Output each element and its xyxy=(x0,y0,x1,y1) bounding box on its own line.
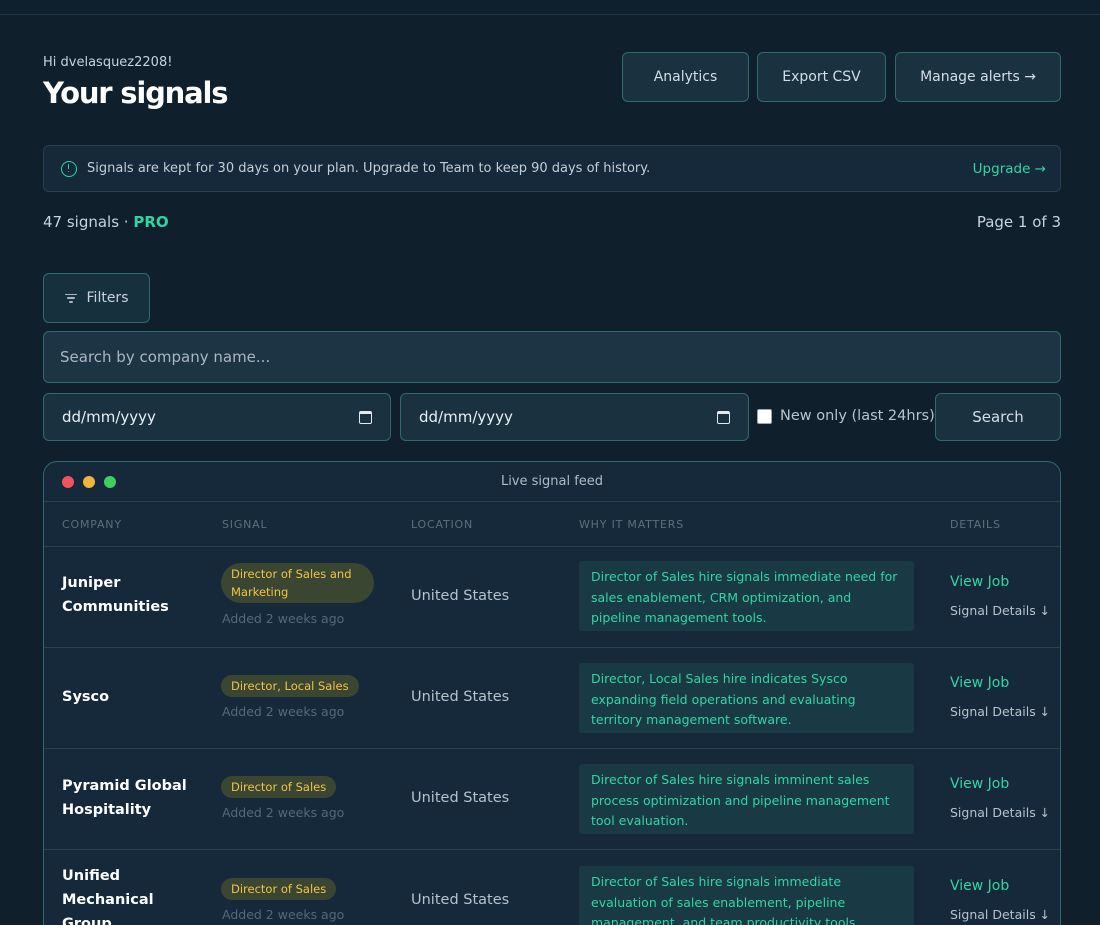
maximize-dot-icon xyxy=(104,476,116,488)
why-it-matters: Director of Sales hire signals immediate… xyxy=(579,561,914,631)
feed-title: Live signal feed xyxy=(500,474,604,489)
page-indicator: Page 1 of 3 xyxy=(976,213,1061,231)
date-to-input[interactable]: dd/mm/yyyy xyxy=(400,393,749,441)
retention-notice: Signals are kept for 30 days on your pla… xyxy=(43,145,1061,192)
view-job-link[interactable]: View Job xyxy=(950,675,1009,691)
signal-count-text: 47 signals · xyxy=(43,213,134,231)
table-row: Sysco Director, Local Sales Added 2 week… xyxy=(44,648,1060,749)
signal-count: 47 signals · PRO xyxy=(43,213,169,231)
signal-feed: Live signal feed COMPANY SIGNAL LOCATION… xyxy=(43,461,1061,925)
minimize-dot-icon xyxy=(83,476,95,488)
signal-details-toggle[interactable]: Signal Details ↓ xyxy=(950,907,1050,922)
close-dot-icon xyxy=(62,476,74,488)
view-job-link[interactable]: View Job xyxy=(950,574,1009,590)
calendar-icon[interactable] xyxy=(359,410,372,424)
added-time: Added 2 weeks ago xyxy=(222,611,345,626)
table-row: Juniper Communities Director of Sales an… xyxy=(44,547,1060,648)
date-to-value: dd/mm/yyyy xyxy=(419,408,513,426)
filters-label: Filters xyxy=(86,290,129,306)
search-button[interactable]: Search xyxy=(935,393,1061,441)
location: United States xyxy=(411,689,510,705)
table-row: Pyramid Global Hospitality Director of S… xyxy=(44,749,1060,850)
date-from-input[interactable]: dd/mm/yyyy xyxy=(43,393,391,441)
top-divider xyxy=(0,14,1100,15)
added-time: Added 2 weeks ago xyxy=(222,907,345,922)
table-row: Unified Mechanical Group Director of Sal… xyxy=(44,850,1060,925)
column-location: LOCATION xyxy=(411,518,473,531)
signal-details-toggle[interactable]: Signal Details ↓ xyxy=(950,704,1050,719)
signal-badge: Director of Sales xyxy=(221,776,337,798)
filter-icon xyxy=(64,293,77,303)
search-placeholder: Search by company name... xyxy=(60,348,271,366)
company-name: Sysco xyxy=(62,689,110,705)
signal-badge: Director, Local Sales xyxy=(221,675,359,697)
info-icon xyxy=(61,160,77,177)
page-title: Your signals xyxy=(43,76,228,110)
location: United States xyxy=(411,790,510,806)
why-it-matters: Director of Sales hire signals immediate… xyxy=(579,866,914,925)
company-name: Unified Mechanical Group xyxy=(62,868,154,925)
new-only-filter[interactable]: New only (last 24hrs) xyxy=(757,408,935,424)
notice-text: Signals are kept for 30 days on your pla… xyxy=(87,161,651,176)
location: United States xyxy=(411,588,510,604)
filters-button[interactable]: Filters xyxy=(43,273,150,323)
column-company: COMPANY xyxy=(62,518,122,531)
signal-details-toggle[interactable]: Signal Details ↓ xyxy=(950,805,1050,820)
column-details: DETAILS xyxy=(950,518,1001,531)
view-job-link[interactable]: View Job xyxy=(950,776,1009,792)
feed-header: Live signal feed xyxy=(44,462,1060,502)
calendar-icon[interactable] xyxy=(717,410,730,424)
added-time: Added 2 weeks ago xyxy=(222,805,345,820)
analytics-button[interactable]: Analytics xyxy=(622,52,749,102)
manage-alerts-button[interactable]: Manage alerts → xyxy=(895,52,1061,102)
table-header: COMPANY SIGNAL LOCATION WHY IT MATTERS D… xyxy=(44,502,1060,547)
location: United States xyxy=(411,892,510,908)
greeting: Hi dvelasquez2208! xyxy=(43,55,173,70)
date-from-value: dd/mm/yyyy xyxy=(62,408,156,426)
export-csv-button[interactable]: Export CSV xyxy=(757,52,886,102)
signal-details-toggle[interactable]: Signal Details ↓ xyxy=(950,603,1050,618)
company-name: Juniper Communities xyxy=(62,575,169,615)
added-time: Added 2 weeks ago xyxy=(222,704,345,719)
company-name: Pyramid Global Hospitality xyxy=(62,778,187,818)
new-only-checkbox[interactable] xyxy=(757,408,772,424)
new-only-label: New only (last 24hrs) xyxy=(780,408,935,424)
search-input[interactable]: Search by company name... xyxy=(43,331,1061,383)
signal-badge: Director of Sales and Marketing xyxy=(221,563,374,603)
why-it-matters: Director, Local Sales hire indicates Sys… xyxy=(579,663,914,733)
column-why: WHY IT MATTERS xyxy=(579,518,685,531)
column-signal: SIGNAL xyxy=(222,518,268,531)
why-it-matters: Director of Sales hire signals imminent … xyxy=(579,764,914,834)
upgrade-link[interactable]: Upgrade → xyxy=(973,161,1046,177)
view-job-link[interactable]: View Job xyxy=(950,878,1009,894)
plan-badge: PRO xyxy=(133,213,169,231)
signal-badge: Director of Sales xyxy=(221,878,337,900)
